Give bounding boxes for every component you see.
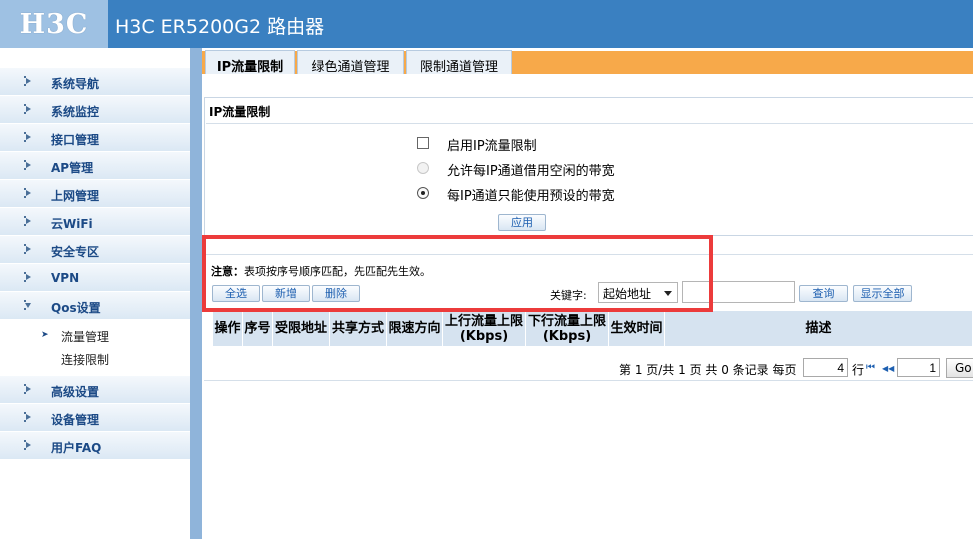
sidebar-item-ap[interactable]: AP管理 (0, 152, 190, 180)
sidebar-item-label: 接口管理 (51, 133, 100, 147)
first-page-icon[interactable]: ⏮ (866, 362, 875, 373)
sidebar-item-label: AP管理 (51, 161, 94, 175)
page-number-input[interactable] (897, 358, 940, 377)
borrow-radio[interactable] (417, 162, 429, 174)
preset-label: 每IP通道只能使用预设的带宽 (447, 189, 615, 204)
highlight-annotation-box (202, 235, 713, 312)
borrow-label: 允许每IP通道借用空闲的带宽 (447, 164, 615, 179)
sidebar-item-cloud-wifi[interactable]: 云WiFi (0, 208, 190, 236)
arrow-bullet-icon (24, 76, 34, 86)
sidebar-item-device[interactable]: 设备管理 (0, 404, 190, 432)
sidebar-item-label: 安全专区 (51, 245, 100, 259)
app-title: H3C ER5200G2 路由器 (115, 16, 325, 38)
borrow-option: 允许每IP通道借用空闲的带宽 (416, 159, 615, 179)
enable-checkbox[interactable] (417, 137, 429, 149)
panel-title: IP流量限制 (209, 105, 271, 119)
divider (206, 123, 973, 124)
arrow-bullet-icon (24, 412, 34, 422)
arrow-down-bullet-icon (24, 300, 34, 310)
arrow-bullet-icon (24, 104, 34, 114)
arrow-bullet-icon (24, 160, 34, 170)
divider (204, 380, 973, 381)
preset-option: 每IP通道只能使用预设的带宽 (416, 184, 615, 204)
sidebar-item-label: 高级设置 (51, 385, 100, 399)
tab-green-channel[interactable]: 绿色通道管理 (297, 50, 404, 75)
sidebar-divider[interactable] (190, 48, 202, 539)
sidebar-item-internet[interactable]: 上网管理 (0, 180, 190, 208)
column-header[interactable]: 描述 (665, 311, 973, 346)
arrow-bullet-icon (24, 440, 34, 450)
tab-ip-traffic-limit[interactable]: IP流量限制 (205, 50, 295, 75)
sidebar-item-label: VPN (51, 271, 80, 285)
arrow-bullet-icon (24, 216, 34, 226)
column-header[interactable]: 上行流量上限 (Kbps) (443, 311, 526, 346)
column-header[interactable]: 限速方向 (387, 311, 443, 346)
sidebar-subitem-traffic[interactable]: ➤ 流量管理 (0, 324, 190, 347)
go-button[interactable]: Go (946, 358, 973, 378)
show-all-button[interactable]: 显示全部 (853, 285, 912, 302)
table-header: 操作 序号 受限地址 共享方式 限速方向 上行流量上限 (Kbps) 下行流量上… (213, 311, 973, 346)
app-header: H3C H3C ER5200G2 路由器 (0, 0, 973, 48)
search-button[interactable]: 查询 (799, 285, 848, 302)
sidebar-item-faq[interactable]: 用户FAQ (0, 432, 190, 460)
sub-arrow-icon: ➤ (41, 330, 49, 340)
apply-button[interactable]: 应用 (498, 214, 546, 231)
logo-text: H3C (19, 8, 89, 40)
sidebar-item-label: 云WiFi (51, 217, 93, 231)
column-header[interactable]: 共享方式 (330, 311, 387, 346)
prev-page-icon[interactable]: ◀◀ (882, 364, 894, 373)
sidebar-item-system-monitor[interactable]: 系统监控 (0, 96, 190, 124)
preset-radio[interactable] (417, 187, 429, 199)
column-header[interactable]: 操作 (213, 311, 243, 346)
row-unit: 行 (852, 363, 865, 377)
enable-label: 启用IP流量限制 (447, 139, 537, 154)
sidebar-item-label: 系统导航 (51, 77, 100, 91)
sidebar-item-interface[interactable]: 接口管理 (0, 124, 190, 152)
column-header[interactable]: 生效时间 (609, 311, 665, 346)
sidebar-item-label: Qos设置 (51, 301, 101, 315)
arrow-bullet-icon (24, 272, 34, 282)
sidebar-item-label: 用户FAQ (51, 441, 102, 455)
sidebar-item-label: 上网管理 (51, 189, 100, 203)
sidebar-item-system-nav[interactable]: 系统导航 (0, 68, 190, 96)
sidebar-subitem-connection[interactable]: 连接限制 (0, 347, 190, 370)
sidebar-subitem-label: 连接限制 (61, 353, 110, 367)
enable-option: 启用IP流量限制 (416, 134, 537, 154)
pager-summary: 第 1 页/共 1 页 共 0 条记录 每页 (619, 363, 797, 377)
sidebar-menu: 系统导航 系统监控 接口管理 AP管理 上网管理 云WiFi 安全专区 VPN … (0, 68, 190, 460)
per-page-input[interactable] (803, 358, 848, 377)
sidebar-item-advanced[interactable]: 高级设置 (0, 376, 190, 404)
arrow-bullet-icon (24, 244, 34, 254)
qos-submenu: ➤ 流量管理 连接限制 (0, 320, 190, 376)
sidebar-item-label: 设备管理 (51, 413, 100, 427)
arrow-bullet-icon (24, 132, 34, 142)
sidebar-item-label: 系统监控 (51, 105, 100, 119)
tab-limit-channel[interactable]: 限制通道管理 (406, 50, 512, 75)
arrow-bullet-icon (24, 188, 34, 198)
column-header[interactable]: 受限地址 (273, 311, 330, 346)
column-header[interactable]: 下行流量上限 (Kbps) (526, 311, 609, 346)
sidebar-item-qos[interactable]: Qos设置 (0, 292, 190, 320)
sidebar-subitem-label: 流量管理 (61, 330, 110, 344)
arrow-bullet-icon (24, 384, 34, 394)
sidebar-item-vpn[interactable]: VPN (0, 264, 190, 292)
sidebar-item-security[interactable]: 安全专区 (0, 236, 190, 264)
h3c-logo: H3C (0, 0, 108, 48)
column-header[interactable]: 序号 (243, 311, 273, 346)
